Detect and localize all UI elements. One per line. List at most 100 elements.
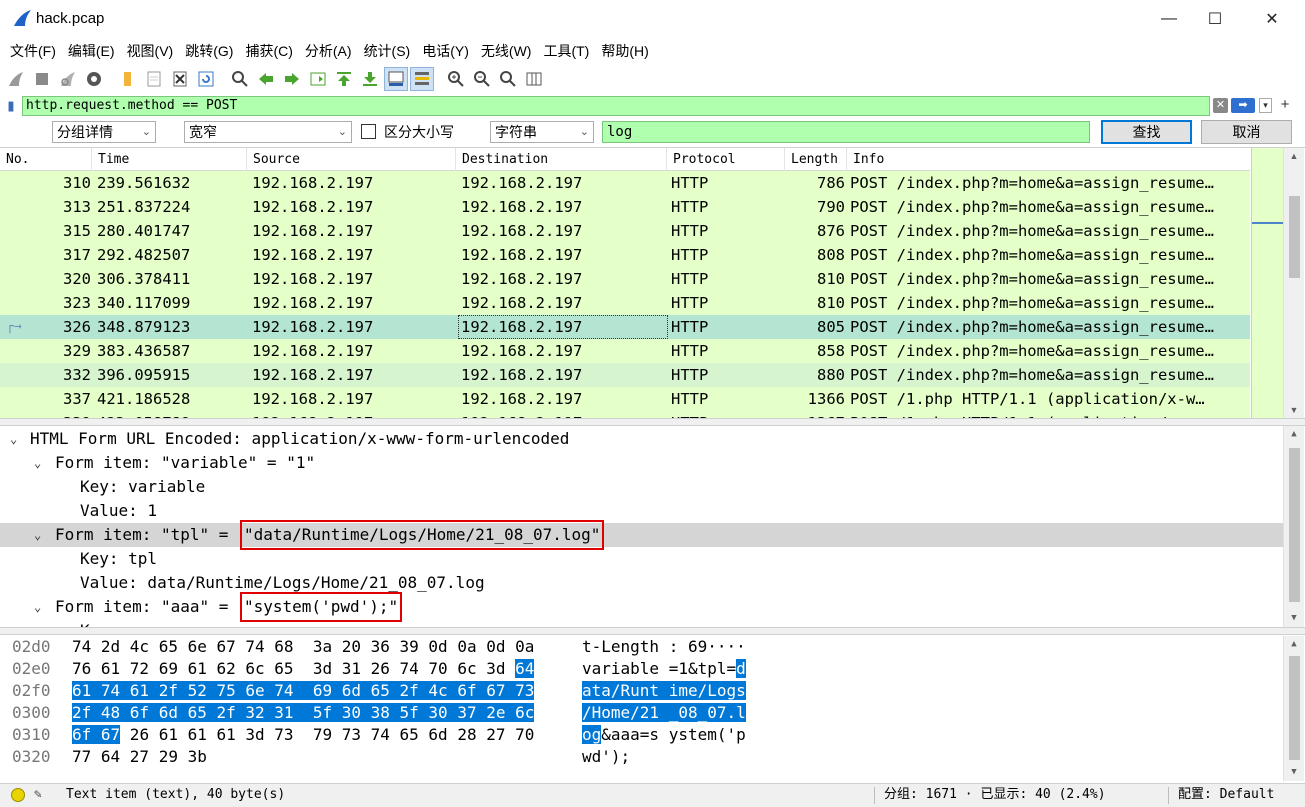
restart-fin-icon[interactable] bbox=[56, 67, 80, 91]
menu-telephony[interactable]: 电话(Y) bbox=[416, 38, 475, 64]
packet-row[interactable]: 339 423.058789 192.168.2.197 192.168.2.197 H… bbox=[0, 411, 1250, 418]
search-input[interactable]: log bbox=[602, 121, 1090, 143]
column-header-protocol[interactable]: Protocol bbox=[667, 148, 785, 171]
find-magnifier-icon[interactable] bbox=[228, 67, 252, 91]
go-back-icon[interactable] bbox=[254, 67, 278, 91]
detail-key-aaa[interactable]: Key: aaa bbox=[0, 619, 1283, 627]
byte-ascii[interactable]: variable =1&tpl=d bbox=[582, 658, 746, 680]
search-type-select[interactable]: 字符串 ⌄ bbox=[490, 121, 594, 143]
byte-ascii[interactable]: wd'); bbox=[582, 746, 630, 768]
clear-filter-icon[interactable]: ✕ bbox=[1213, 98, 1228, 113]
byte-row[interactable]: 0300 2f 48 6f 6d 65 2f 32 31 5f 30 38 5f … bbox=[0, 702, 1283, 724]
byte-ascii[interactable]: ata/Runt ime/Logs bbox=[582, 680, 746, 702]
scroll-up-icon[interactable]: ▲ bbox=[1284, 636, 1304, 653]
add-filter-button-icon[interactable]: + bbox=[1278, 96, 1292, 116]
packet-row[interactable]: 337 421.186528 192.168.2.197 192.168.2.197 H… bbox=[0, 387, 1250, 411]
scroll-down-icon[interactable]: ▼ bbox=[1284, 402, 1304, 418]
chevron-down-icon[interactable]: ⌄ bbox=[34, 451, 46, 475]
packet-row[interactable]: 317 292.482507 192.168.2.197 192.168.2.197 H… bbox=[0, 243, 1250, 267]
detail-value-tpl[interactable]: Value: data/Runtime/Logs/Home/21_08_07.l… bbox=[0, 571, 1283, 595]
close-button[interactable]: ✕ bbox=[1249, 0, 1295, 38]
menu-view[interactable]: 视图(V) bbox=[121, 38, 180, 64]
packet-row[interactable]: 315 280.401747 192.168.2.197 192.168.2.197 H… bbox=[0, 219, 1250, 243]
scroll-thumb[interactable] bbox=[1289, 196, 1300, 278]
search-scope-select[interactable]: 分组详情 ⌄ bbox=[52, 121, 156, 143]
byte-ascii[interactable]: t-Length : 69···· bbox=[582, 636, 746, 658]
packet-minimap[interactable] bbox=[1251, 148, 1284, 418]
byte-ascii[interactable]: /Home/21 _08_07.l bbox=[582, 702, 746, 724]
edit-comment-icon[interactable]: ✎ bbox=[34, 784, 42, 806]
find-button[interactable]: 查找 bbox=[1101, 120, 1192, 144]
byte-hex[interactable]: 76 61 72 69 61 62 6c 65 3d 31 26 74 70 6… bbox=[72, 658, 535, 680]
byte-hex[interactable]: 74 2d 4c 65 6e 67 74 68 3a 20 36 39 0d 0… bbox=[72, 636, 534, 658]
go-to-packet-icon[interactable] bbox=[306, 67, 330, 91]
detail-form-item-tpl[interactable]: ⌄ Form item: "tpl" = "data/Runtime/Logs/… bbox=[0, 520, 1283, 550]
packet-row[interactable]: 329 383.436587 192.168.2.197 192.168.2.197 H… bbox=[0, 339, 1250, 363]
detail-form-root[interactable]: ⌄ HTML Form URL Encoded: application/x-w… bbox=[0, 427, 1283, 451]
byte-hex[interactable]: 61 74 61 2f 52 75 6e 74 69 6d 65 2f 4c 6… bbox=[72, 680, 535, 702]
menu-wireless[interactable]: 无线(W) bbox=[475, 38, 538, 64]
packet-row[interactable]: 310 239.561632 192.168.2.197 192.168.2.197 H… bbox=[0, 171, 1250, 195]
detail-key-tpl[interactable]: Key: tpl bbox=[0, 547, 1283, 571]
packet-row[interactable]: 313 251.837224 192.168.2.197 192.168.2.197 H… bbox=[0, 195, 1250, 219]
resize-columns-icon[interactable] bbox=[522, 67, 546, 91]
byte-row[interactable]: 02d0 74 2d 4c 65 6e 67 74 68 3a 20 36 39 … bbox=[0, 636, 1283, 658]
menu-statistics[interactable]: 统计(S) bbox=[358, 38, 417, 64]
details-scrollbar[interactable]: ▲ ▼ bbox=[1283, 426, 1304, 627]
packet-row[interactable]: 323 340.117099 192.168.2.197 192.168.2.197 H… bbox=[0, 291, 1250, 315]
search-charset-select[interactable]: 宽窄 ⌄ bbox=[184, 121, 352, 143]
zoom-in-icon[interactable] bbox=[444, 67, 468, 91]
packet-list-scrollbar[interactable]: ▲ ▼ bbox=[1283, 148, 1304, 418]
menu-capture[interactable]: 捕获(C) bbox=[239, 38, 298, 64]
expert-info-icon[interactable] bbox=[11, 788, 25, 802]
menu-go[interactable]: 跳转(G) bbox=[179, 38, 239, 64]
minimize-button[interactable]: — bbox=[1146, 0, 1192, 38]
byte-row[interactable]: 02e0 76 61 72 69 61 62 6c 65 3d 31 26 74 … bbox=[0, 658, 1283, 680]
column-header-time[interactable]: Time bbox=[92, 148, 247, 171]
colorize-icon[interactable] bbox=[410, 67, 434, 91]
column-header-no[interactable]: No. bbox=[0, 148, 92, 171]
byte-hex[interactable]: 2f 48 6f 6d 65 2f 32 31 5f 30 38 5f 30 3… bbox=[72, 702, 535, 724]
byte-row[interactable]: 0310 6f 67 26 61 61 61 3d 73 79 73 74 65 … bbox=[0, 724, 1283, 746]
bookmark-icon[interactable]: ▮ bbox=[4, 97, 18, 115]
column-header-destination[interactable]: Destination bbox=[456, 148, 667, 171]
bytes-scrollbar[interactable]: ▲ ▼ bbox=[1283, 636, 1304, 781]
scroll-down-icon[interactable]: ▼ bbox=[1284, 610, 1304, 627]
byte-row[interactable]: 02f0 61 74 61 2f 52 75 6e 74 69 6d 65 2f … bbox=[0, 680, 1283, 702]
zoom-out-icon[interactable] bbox=[470, 67, 494, 91]
stop-square-icon[interactable] bbox=[30, 67, 54, 91]
scroll-down-icon[interactable]: ▼ bbox=[1284, 764, 1304, 781]
pane-splitter[interactable] bbox=[0, 627, 1305, 635]
detail-form-item-variable[interactable]: ⌄ Form item: "variable" = "1" bbox=[0, 451, 1283, 475]
display-filter-input[interactable]: http.request.method == POST bbox=[22, 96, 1210, 116]
go-last-icon[interactable] bbox=[358, 67, 382, 91]
byte-hex[interactable]: 77 64 27 29 3b bbox=[72, 746, 207, 768]
scroll-up-icon[interactable]: ▲ bbox=[1284, 426, 1304, 443]
detail-value-variable[interactable]: Value: 1 bbox=[0, 499, 1283, 523]
close-file-icon[interactable] bbox=[168, 67, 192, 91]
open-folder-icon[interactable] bbox=[116, 67, 140, 91]
packet-row[interactable]: 332 396.095915 192.168.2.197 192.168.2.197 H… bbox=[0, 363, 1250, 387]
scroll-thumb[interactable] bbox=[1289, 656, 1300, 760]
menu-edit[interactable]: 编辑(E) bbox=[62, 38, 121, 64]
menu-analyze[interactable]: 分析(A) bbox=[299, 38, 358, 64]
pane-splitter[interactable] bbox=[0, 418, 1305, 426]
filter-history-dropdown-icon[interactable]: ▾ bbox=[1259, 98, 1272, 113]
byte-row[interactable]: 0320 77 64 27 29 3b wd'); bbox=[0, 746, 1283, 768]
packet-row[interactable]: ┌→ 326 348.879123 192.168.2.197 192.168.2.19… bbox=[0, 315, 1250, 339]
menu-file[interactable]: 文件(F) bbox=[4, 38, 62, 64]
packet-row[interactable]: 320 306.378411 192.168.2.197 192.168.2.197 H… bbox=[0, 267, 1250, 291]
scroll-up-icon[interactable]: ▲ bbox=[1284, 148, 1304, 165]
go-forward-icon[interactable] bbox=[280, 67, 304, 91]
maximize-button[interactable]: ☐ bbox=[1192, 0, 1238, 38]
column-header-source[interactable]: Source bbox=[247, 148, 456, 171]
column-header-length[interactable]: Length bbox=[785, 148, 847, 171]
case-sensitive-checkbox[interactable] bbox=[361, 124, 376, 139]
chevron-down-icon[interactable]: ⌄ bbox=[34, 595, 46, 619]
shark-fin-start-icon[interactable] bbox=[4, 67, 28, 91]
detail-form-item-aaa[interactable]: ⌄ Form item: "aaa" = "system('pwd');" bbox=[0, 592, 1283, 622]
status-profile[interactable]: 配置: Default bbox=[1178, 784, 1274, 806]
cancel-button[interactable]: 取消 bbox=[1201, 120, 1292, 144]
menu-tools[interactable]: 工具(T) bbox=[537, 38, 595, 64]
chevron-down-icon[interactable]: ⌄ bbox=[34, 523, 46, 547]
